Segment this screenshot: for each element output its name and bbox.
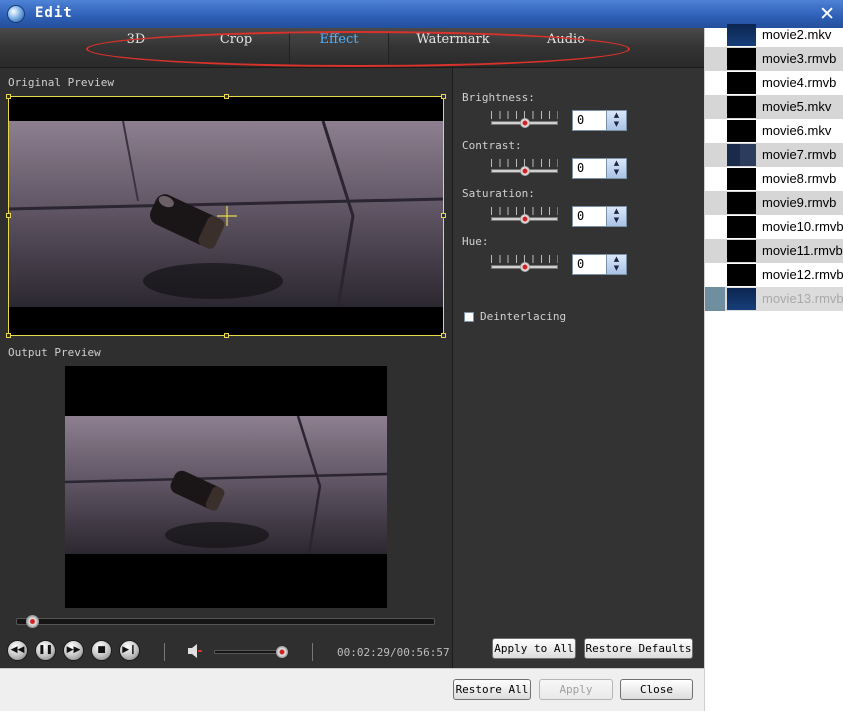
hue-value[interactable]: 0 — [577, 257, 584, 271]
footer-bar: Restore All Apply Close — [0, 668, 704, 711]
editor-area: 3D Crop Effect Watermark Audio Original … — [0, 28, 704, 668]
file-thumbnail — [727, 48, 756, 70]
brightness-slider[interactable] — [491, 111, 558, 129]
file-list-item[interactable]: movie4.rmvb — [705, 71, 843, 95]
hue-spinbox[interactable]: 0 ▲ ▼ — [572, 254, 627, 275]
contrast-value[interactable]: 0 — [577, 161, 584, 175]
saturation-value[interactable]: 0 — [577, 209, 584, 223]
output-video-frame — [65, 416, 387, 554]
file-name: movie5.mkv — [762, 99, 832, 114]
volume-slider[interactable] — [214, 646, 288, 658]
file-name: movie6.mkv — [762, 123, 832, 138]
brightness-spinbox[interactable]: 0 ▲ ▼ — [572, 110, 627, 131]
output-preview-label: Output Preview — [8, 346, 101, 359]
original-preview-label: Original Preview — [8, 76, 114, 89]
speaker-icon[interactable] — [186, 642, 204, 660]
seek-bar[interactable] — [16, 615, 435, 628]
file-list-item[interactable]: movie12.rmvb — [705, 263, 843, 287]
tab-watermark[interactable]: Watermark — [403, 32, 503, 64]
file-thumbnail — [727, 192, 756, 214]
file-thumbnail — [727, 24, 756, 46]
hue-slider[interactable] — [491, 255, 558, 273]
forward-icon[interactable]: ▶▶ — [63, 640, 84, 661]
file-list-item[interactable]: movie9.rmvb — [705, 191, 843, 215]
file-list-item[interactable]: movie11.rmvb — [705, 239, 843, 263]
close-button[interactable]: Close — [620, 679, 693, 700]
pause-icon[interactable]: ❚❚ — [35, 640, 56, 661]
tab-effect[interactable]: Effect — [289, 32, 389, 64]
app-icon — [7, 5, 25, 23]
slider-handle[interactable] — [519, 214, 530, 224]
file-thumbnail — [727, 288, 756, 310]
file-list-item[interactable]: movie10.rmvb — [705, 215, 843, 239]
tab-crop[interactable]: Crop — [186, 32, 286, 64]
next-icon[interactable]: ▶❙ — [119, 640, 140, 661]
tab-bar: 3D Crop Effect Watermark Audio — [0, 28, 704, 68]
deinterlacing-checkbox[interactable] — [464, 312, 474, 322]
restore-defaults-button[interactable]: Restore Defaults — [584, 638, 693, 659]
file-thumbnail — [727, 96, 756, 118]
deinterlacing-label: Deinterlacing — [480, 310, 567, 323]
spin-arrows[interactable]: ▲ ▼ — [606, 255, 626, 274]
brightness-value[interactable]: 0 — [577, 113, 584, 127]
selection-marker — [705, 287, 725, 311]
spin-arrows[interactable]: ▲ ▼ — [606, 111, 626, 130]
divider — [164, 643, 165, 661]
file-name: movie10.rmvb — [762, 219, 843, 234]
file-list[interactable]: movie2.mkv movie3.rmvb movie4.rmvb movie5.m… — [704, 24, 843, 711]
contrast-label: Contrast: — [462, 139, 522, 152]
file-thumbnail — [727, 168, 756, 190]
file-name: movie4.rmvb — [762, 75, 837, 90]
window-title: Edit — [35, 5, 73, 21]
apply-to-all-button[interactable]: Apply to All — [492, 638, 576, 659]
file-thumbnail — [727, 120, 756, 142]
file-thumbnail — [727, 144, 756, 166]
file-name: movie12.rmvb — [762, 267, 843, 282]
saturation-spinbox[interactable]: 0 ▲ ▼ — [572, 206, 627, 227]
file-list-item[interactable]: movie8.rmvb — [705, 167, 843, 191]
spin-arrows[interactable]: ▲ ▼ — [606, 207, 626, 226]
spin-arrows[interactable]: ▲ ▼ — [606, 159, 626, 178]
volume-handle[interactable] — [275, 646, 288, 658]
slider-handle[interactable] — [519, 118, 530, 128]
apply-button[interactable]: Apply — [539, 679, 613, 700]
file-thumbnail — [727, 240, 756, 262]
crosshair-icon — [217, 206, 237, 226]
brightness-label: Brightness: — [462, 91, 535, 104]
contrast-spinbox[interactable]: 0 ▲ ▼ — [572, 158, 627, 179]
time-display: 00:02:29/00:56:57 — [337, 646, 450, 659]
tab-3d[interactable]: 3D — [86, 32, 186, 64]
file-name: movie7.rmvb — [762, 147, 837, 162]
file-thumbnail — [727, 72, 756, 94]
saturation-label: Saturation: — [462, 187, 535, 200]
file-list-item[interactable]: movie6.mkv — [705, 119, 843, 143]
restore-all-button[interactable]: Restore All — [453, 679, 531, 700]
file-list-item[interactable]: movie3.rmvb — [705, 47, 843, 71]
file-list-item[interactable]: movie13.rmvb — [705, 287, 843, 311]
seek-handle[interactable] — [25, 615, 39, 628]
close-window-icon[interactable]: ✕ — [819, 3, 835, 25]
divider — [312, 643, 313, 661]
rewind-icon[interactable]: ◀◀ — [7, 640, 28, 661]
file-list-item[interactable]: movie2.mkv — [705, 23, 843, 47]
contrast-slider[interactable] — [491, 159, 558, 177]
saturation-slider[interactable] — [491, 207, 558, 225]
slider-handle[interactable] — [519, 166, 530, 176]
slider-handle[interactable] — [519, 262, 530, 272]
output-preview — [65, 366, 387, 608]
file-name: movie11.rmvb — [762, 243, 843, 258]
file-name: movie9.rmvb — [762, 195, 837, 210]
file-list-item[interactable]: movie7.rmvb — [705, 143, 843, 167]
hue-label: Hue: — [462, 235, 489, 248]
stop-icon[interactable]: ■ — [91, 640, 112, 661]
file-list-item[interactable]: movie5.mkv — [705, 95, 843, 119]
effect-panel: Brightness: 0 ▲ ▼ Contrast: 0 ▲ ▼ Saturati… — [452, 68, 704, 668]
file-name: movie13.rmvb — [762, 291, 843, 306]
file-name: movie8.rmvb — [762, 171, 837, 186]
tab-audio[interactable]: Audio — [516, 32, 616, 64]
file-name: movie3.rmvb — [762, 51, 837, 66]
file-thumbnail — [727, 216, 756, 238]
file-name: movie2.mkv — [762, 27, 832, 42]
file-thumbnail — [727, 264, 756, 286]
